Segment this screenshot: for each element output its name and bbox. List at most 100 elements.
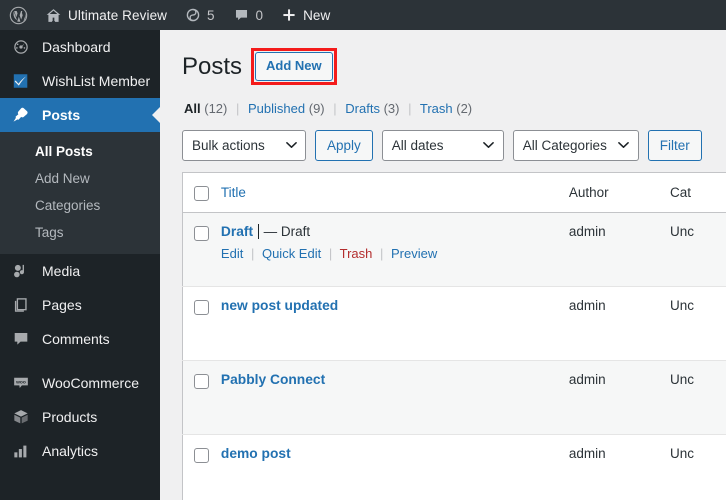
comments-count: 0: [255, 7, 264, 23]
table-header-row: Title Author Cat: [182, 172, 726, 213]
view-all-count: (12): [204, 100, 228, 116]
view-published[interactable]: Published: [248, 101, 305, 116]
pushpin-icon: [11, 105, 31, 125]
sidebar-item-dashboard[interactable]: Dashboard: [0, 30, 160, 64]
trash-link[interactable]: Trash: [340, 246, 373, 261]
action-separator: |: [250, 245, 255, 261]
row-author-cell[interactable]: admin: [568, 360, 670, 435]
chevron-down-icon: [285, 139, 297, 151]
sidebar-item-label: WooCommerce: [42, 375, 139, 391]
preview-link[interactable]: Preview: [391, 246, 437, 261]
post-title-link[interactable]: Pabbly Connect: [221, 372, 325, 387]
row-title-cell: Pabbly Connect: [220, 360, 569, 435]
add-new-button[interactable]: Add New: [255, 52, 333, 81]
sidebar-item-products[interactable]: Products: [0, 400, 160, 434]
sidebar-item-pages[interactable]: Pages: [0, 288, 160, 322]
plus-icon: [281, 7, 297, 23]
quick-edit-link[interactable]: Quick Edit: [262, 246, 321, 261]
edit-link[interactable]: Edit: [221, 246, 243, 261]
column-header-title-label: Title: [220, 184, 246, 200]
row-categories-cell[interactable]: Unc: [669, 212, 726, 287]
view-drafts[interactable]: Drafts: [345, 101, 380, 116]
updates-menu[interactable]: 5: [176, 0, 224, 30]
chevron-down-icon: [618, 139, 630, 151]
row-select-checkbox[interactable]: [194, 447, 209, 463]
apply-button[interactable]: Apply: [315, 129, 373, 161]
row-select-checkbox[interactable]: [194, 225, 209, 241]
sidebar-item-media[interactable]: Media: [0, 254, 160, 288]
column-header-title[interactable]: Title: [220, 172, 569, 213]
row-actions: Edit | Quick Edit | Trash | Preview: [221, 246, 559, 261]
post-title-link[interactable]: demo post: [221, 446, 291, 461]
post-title-link[interactable]: new post updated: [221, 298, 338, 313]
row-author-cell[interactable]: admin: [568, 212, 670, 287]
action-separator: |: [380, 245, 384, 261]
filter-label: Filter: [659, 137, 690, 153]
updates-icon: [185, 7, 201, 23]
sidebar-item-label: Pages: [42, 297, 82, 313]
text-cursor: [257, 223, 259, 239]
filter-button[interactable]: Filter: [647, 129, 702, 161]
sidebar-item-analytics[interactable]: Analytics: [0, 434, 160, 468]
svg-text:woo: woo: [15, 380, 26, 385]
view-trash[interactable]: Trash: [420, 101, 453, 116]
sidebar-item-comments[interactable]: Comments: [0, 322, 160, 356]
table-row: new post updated admin Unc: [182, 286, 726, 361]
submenu-item-categories[interactable]: Categories: [0, 192, 160, 219]
comments-icon: [11, 329, 31, 349]
site-name-menu[interactable]: Ultimate Review: [36, 0, 176, 30]
select-all-checkbox[interactable]: [194, 185, 209, 201]
table-navigation-top: Bulk actions Apply All dates All Categor…: [182, 129, 726, 161]
wp-logo-menu[interactable]: [0, 0, 36, 30]
column-header-categories[interactable]: Cat: [669, 172, 726, 213]
sidebar-item-posts[interactable]: Posts: [0, 98, 160, 132]
posts-table-head: Title Author Cat: [182, 172, 726, 213]
view-drafts-count: (3): [383, 100, 400, 116]
category-filter-value: All Categories: [522, 137, 607, 153]
sidebar-item-label: Media: [42, 263, 81, 279]
column-header-author[interactable]: Author: [568, 172, 670, 213]
sidebar-item-woocommerce[interactable]: woo WooCommerce: [0, 366, 160, 400]
row-categories-cell[interactable]: Unc: [669, 360, 726, 435]
new-content-menu[interactable]: New: [272, 0, 339, 30]
select-all-header: [182, 172, 221, 213]
posts-page-wrap: Posts Add New All (12) | Published (9) |…: [160, 30, 726, 500]
chevron-down-icon: [483, 139, 495, 151]
row-checkbox-cell: [182, 360, 221, 435]
column-header-author-label: Author: [568, 184, 609, 200]
new-content-label: New: [303, 7, 331, 23]
column-header-categories-label: Cat: [669, 184, 691, 200]
row-author-cell[interactable]: admin: [568, 434, 670, 500]
action-separator: |: [328, 245, 333, 261]
woocommerce-icon: woo: [11, 373, 31, 393]
row-categories-cell[interactable]: Unc: [669, 286, 726, 361]
table-row: Pabbly Connect admin Unc: [182, 360, 726, 435]
date-filter-select[interactable]: All dates: [381, 129, 504, 161]
category-filter-select[interactable]: All Categories: [512, 129, 639, 161]
row-categories-cell[interactable]: Unc: [669, 434, 726, 500]
submenu-item-all-posts[interactable]: All Posts: [0, 138, 160, 165]
posts-table: Title Author Cat Draft — Draft Edit | Qu…: [182, 171, 726, 500]
add-new-highlight-box: Add New: [251, 48, 337, 85]
bulk-actions-select[interactable]: Bulk actions: [182, 129, 306, 161]
row-author-cell[interactable]: admin: [568, 286, 670, 361]
sidebar-item-label: Dashboard: [42, 39, 111, 55]
row-title-cell: demo post: [220, 434, 569, 500]
posts-submenu: All Posts Add New Categories Tags: [0, 132, 160, 254]
comments-menu[interactable]: 0: [224, 0, 273, 30]
wordpress-logo-icon: [9, 6, 28, 25]
row-select-checkbox[interactable]: [194, 373, 209, 389]
sidebar-item-wishlist-member[interactable]: WishList Member: [0, 64, 160, 98]
view-published-count: (9): [308, 100, 325, 116]
submenu-item-add-new[interactable]: Add New: [0, 165, 160, 192]
sidebar-item-label: Analytics: [42, 443, 99, 459]
comment-bubble-icon: [233, 7, 250, 24]
row-select-checkbox[interactable]: [194, 299, 209, 315]
post-title-link[interactable]: Draft: [221, 224, 253, 239]
analytics-bars-icon: [11, 441, 31, 461]
submenu-item-tags[interactable]: Tags: [0, 219, 160, 246]
wishlist-member-check-icon: [11, 71, 31, 91]
view-all[interactable]: All: [184, 101, 201, 116]
view-separator: |: [333, 100, 337, 116]
main-content: Posts Add New All (12) | Published (9) |…: [160, 30, 726, 500]
